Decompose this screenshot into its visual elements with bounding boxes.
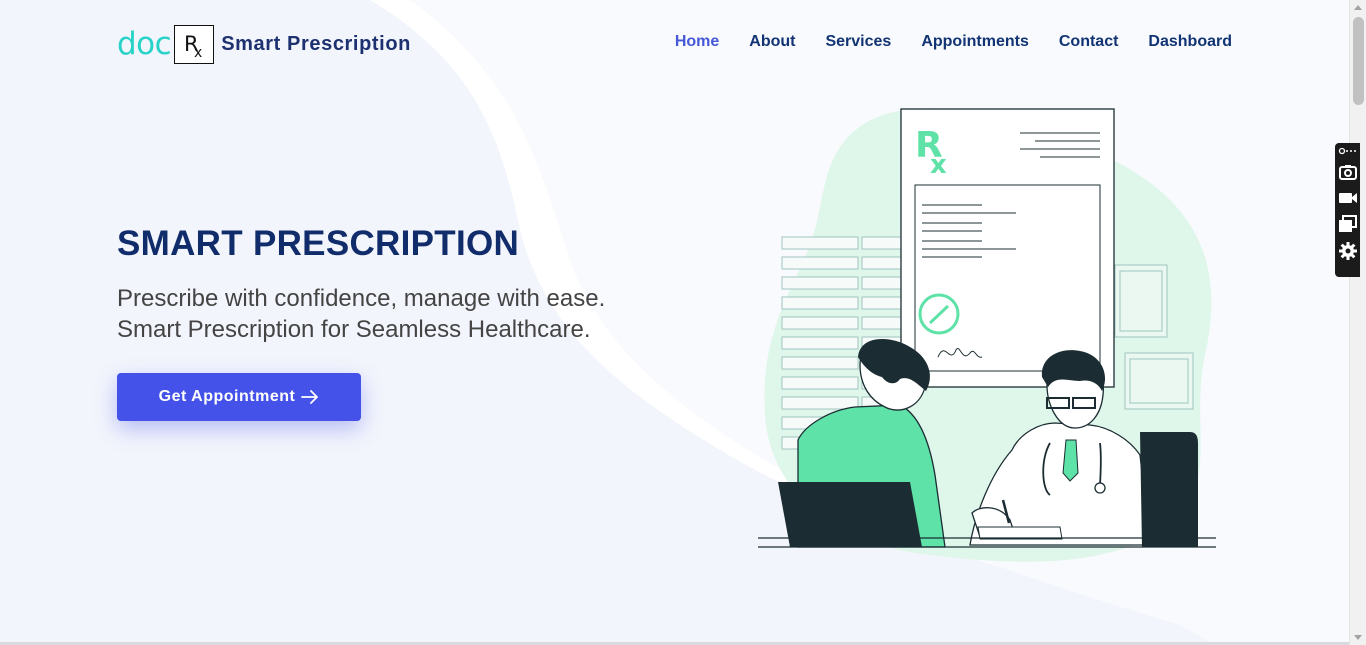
floating-tools-panel	[1335, 143, 1360, 277]
nav-contact[interactable]: Contact	[1059, 33, 1119, 51]
hero-subtitle: Prescribe with confidence, manage with e…	[117, 283, 605, 345]
doctor-consultation-illustration: R x	[758, 108, 1216, 562]
scroll-thumb[interactable]	[1353, 17, 1364, 105]
nav-home[interactable]: Home	[675, 33, 719, 51]
svg-text:x: x	[194, 45, 202, 61]
scroll-down-icon[interactable]	[1354, 635, 1362, 640]
main-nav: Home About Services Appointments Contact…	[675, 33, 1232, 51]
arrow-right-icon	[301, 390, 319, 404]
rx-logo-icon: R x	[174, 24, 215, 64]
video-icon[interactable]	[1338, 188, 1358, 208]
nav-dashboard[interactable]: Dashboard	[1148, 33, 1232, 51]
brand-name: Smart Prescription	[221, 32, 411, 55]
logo-doc-text: doc	[117, 25, 172, 62]
svg-text:x: x	[930, 150, 947, 180]
landing-page: doc R x Smart Prescription Home About Se…	[0, 0, 1349, 645]
windows-icon[interactable]	[1338, 214, 1358, 234]
camera-icon[interactable]	[1338, 162, 1358, 182]
hero-subtitle-line-2: Smart Prescription for Seamless Healthca…	[117, 316, 591, 343]
scroll-up-icon[interactable]	[1354, 5, 1362, 10]
link-icon[interactable]	[1338, 146, 1358, 156]
page-scrollbar[interactable]	[1349, 0, 1366, 645]
gear-icon[interactable]	[1338, 241, 1358, 261]
brand-logo[interactable]: doc R x Smart Prescription	[117, 24, 411, 64]
nav-about[interactable]: About	[749, 33, 795, 51]
hero-subtitle-line-1: Prescribe with confidence, manage with e…	[117, 285, 606, 312]
nav-appointments[interactable]: Appointments	[921, 33, 1029, 51]
hero-title: SMART PRESCRIPTION	[117, 224, 520, 263]
nav-services[interactable]: Services	[825, 33, 891, 51]
get-appointment-label: Get Appointment	[158, 388, 296, 405]
get-appointment-button[interactable]: Get Appointment	[117, 373, 361, 421]
